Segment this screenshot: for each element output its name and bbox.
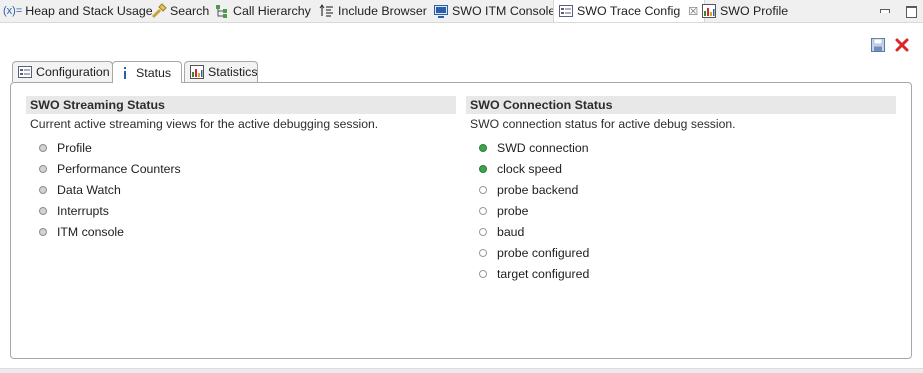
status-indicator-icon — [39, 143, 47, 152]
tab-swo-itm-console[interactable]: SWO ITM Console — [433, 0, 555, 22]
status-item: Interrupts — [26, 200, 456, 221]
section-title: SWO Streaming Status — [26, 96, 456, 114]
status-item-label: SWD connection — [497, 140, 589, 155]
section-description: Current active streaming views for the a… — [30, 117, 379, 131]
tab-heap-and-stack-usage[interactable]: (x)= Heap and Stack Usage — [3, 0, 153, 22]
status-item-label: Performance Counters — [57, 161, 181, 176]
minimize-icon[interactable] — [879, 5, 891, 17]
status-indicator-icon — [39, 227, 47, 236]
tab-label: SWO ITM Console — [452, 4, 556, 18]
connection-status-section: SWO Connection Status SWO connection sta… — [466, 96, 896, 284]
view-window-controls — [879, 0, 917, 22]
status-item-label: probe — [497, 203, 529, 218]
status-item: Data Watch — [26, 179, 456, 200]
status-indicator-icon — [479, 227, 487, 236]
view-toolbar — [870, 37, 910, 53]
save-icon[interactable] — [870, 37, 886, 53]
status-item: baud — [466, 221, 896, 242]
status-indicator-icon — [479, 206, 487, 215]
trace-config-icon — [558, 3, 574, 19]
tab-label: SWO Profile — [720, 4, 789, 18]
status-item-label: target configured — [497, 266, 590, 281]
status-item-label: ITM console — [57, 224, 124, 239]
status-indicator-icon — [479, 185, 487, 194]
tab-label: Search — [170, 4, 210, 18]
connection-status-list: SWD connection clock speed probe backend… — [466, 137, 896, 284]
status-item-label: Data Watch — [57, 182, 121, 197]
status-item: Profile — [26, 137, 456, 158]
section-description: SWO connection status for active debug s… — [470, 117, 736, 131]
tab-label: Statistics — [208, 65, 258, 79]
tab-swo-trace-config[interactable]: SWO Trace Config ☒ — [553, 0, 706, 22]
tab-call-hierarchy[interactable]: Call Hierarchy — [214, 0, 311, 22]
status-indicator-icon — [479, 248, 487, 257]
tab-configuration[interactable]: Configuration — [12, 61, 113, 82]
tab-label: Heap and Stack Usage — [25, 4, 153, 18]
status-item-label: Profile — [57, 140, 92, 155]
status-indicator-icon — [479, 164, 487, 173]
view-tab-bar: (x)= Heap and Stack Usage Search Call Hi… — [0, 0, 923, 22]
tab-include-browser[interactable]: Include Browser — [319, 0, 427, 22]
close-tab-icon[interactable]: ☒ — [688, 5, 698, 18]
tab-label: Status — [136, 65, 172, 80]
status-item-label: clock speed — [497, 161, 562, 176]
variable-x-icon: (x)= — [3, 5, 23, 17]
status-indicator-icon — [39, 206, 47, 215]
configuration-icon — [17, 64, 33, 80]
section-title: SWO Connection Status — [466, 96, 896, 114]
include-browser-icon — [319, 3, 335, 19]
statistics-chart-icon — [189, 64, 205, 80]
status-item-label: baud — [497, 224, 525, 239]
status-item: probe — [466, 200, 896, 221]
status-item-label: Interrupts — [57, 203, 109, 218]
status-item: probe configured — [466, 242, 896, 263]
status-item: SWD connection — [466, 137, 896, 158]
status-item: Performance Counters — [26, 158, 456, 179]
status-item-label: probe configured — [497, 245, 590, 260]
tab-label: Call Hierarchy — [233, 4, 311, 18]
search-flashlight-icon — [151, 3, 167, 19]
tab-search[interactable]: Search — [151, 0, 209, 22]
status-item-label: probe backend — [497, 182, 579, 197]
streaming-status-list: Profile Performance Counters Data Watch … — [26, 137, 456, 242]
tab-label: Include Browser — [338, 4, 427, 18]
call-hierarchy-icon — [214, 3, 230, 19]
tab-label: Configuration — [36, 65, 110, 79]
tab-statistics[interactable]: Statistics — [184, 61, 258, 82]
status-indicator-icon — [479, 269, 487, 278]
tab-label: SWO Trace Config — [577, 4, 681, 18]
status-indicator-icon — [39, 164, 47, 173]
status-item: ITM console — [26, 221, 456, 242]
tab-swo-profile[interactable]: SWO Profile — [701, 0, 788, 22]
status-panel: SWO Streaming Status Current active stre… — [10, 82, 912, 359]
streaming-status-section: SWO Streaming Status Current active stre… — [26, 96, 456, 242]
status-indicator-icon — [479, 143, 487, 152]
status-item: probe backend — [466, 179, 896, 200]
swo-trace-config-view: Configuration Status Statistics SWO Stre… — [0, 22, 923, 368]
status-indicator-icon — [39, 185, 47, 194]
tab-status[interactable]: Status — [112, 61, 182, 83]
info-icon — [117, 65, 133, 81]
profile-chart-icon — [701, 3, 717, 19]
bottom-divider — [0, 368, 923, 373]
status-item: clock speed — [466, 158, 896, 179]
status-item: target configured — [466, 263, 896, 284]
delete-icon[interactable] — [894, 37, 910, 53]
maximize-icon[interactable] — [905, 5, 917, 18]
console-monitor-icon — [433, 3, 449, 19]
